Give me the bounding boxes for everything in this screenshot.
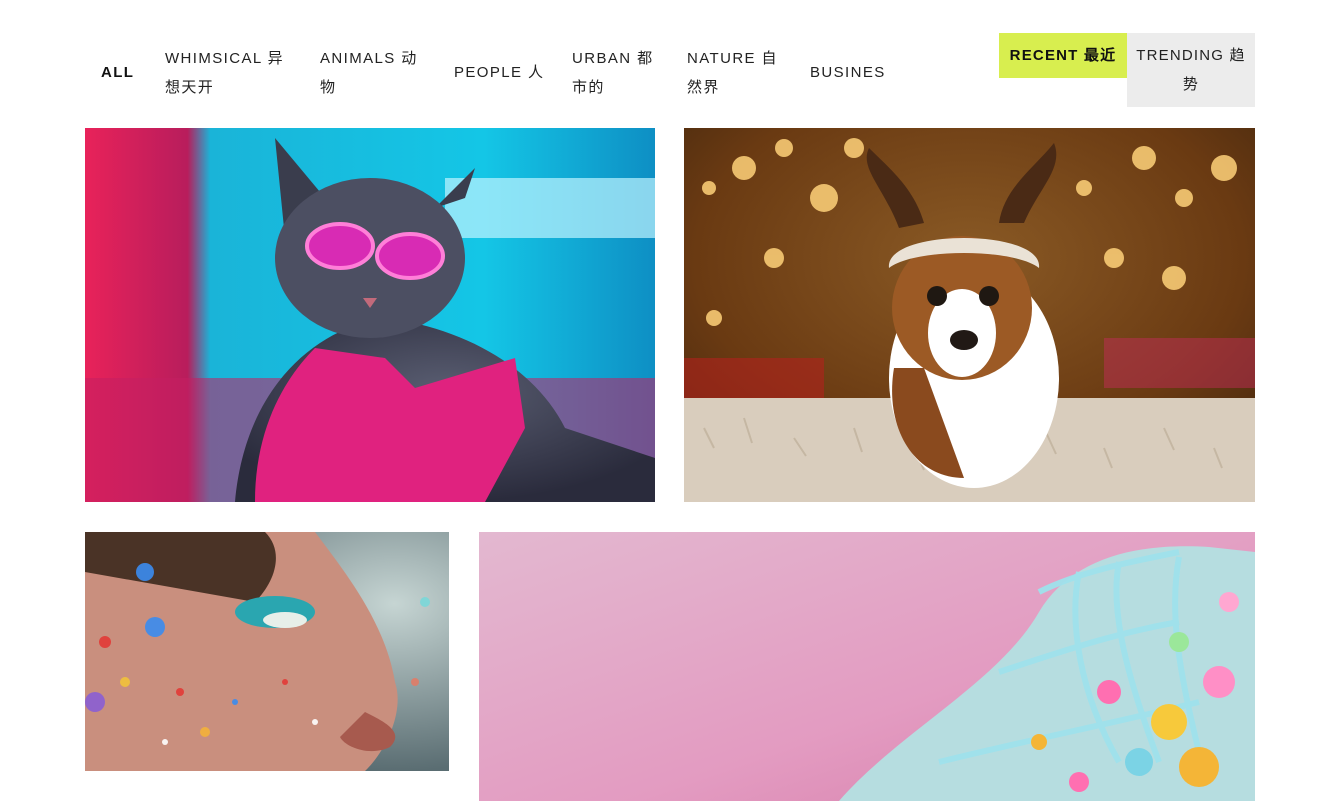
face-image — [85, 532, 449, 771]
gallery-page: ALL WHIMSICAL 异想天开 ANIMALS 动物 PEOPLE 人 U… — [0, 0, 1324, 801]
category-whimsical[interactable]: WHIMSICAL 异想天开 — [165, 44, 293, 102]
category-all[interactable]: ALL — [101, 58, 151, 87]
category-animals[interactable]: ANIMALS 动物 — [320, 44, 428, 102]
category-urban[interactable]: URBAN 都市的 — [572, 44, 662, 102]
shoe-image — [479, 532, 1255, 801]
gallery-image-cat[interactable] — [85, 128, 655, 502]
dog-image — [684, 128, 1255, 502]
sort-recent-button[interactable]: RECENT 最近 — [999, 33, 1127, 78]
sort-trending-button[interactable]: TRENDING 趋势 — [1127, 33, 1255, 107]
cat-image — [85, 128, 655, 502]
gallery-image-shoe[interactable] — [479, 532, 1255, 801]
gallery-image-face[interactable] — [85, 532, 449, 771]
category-nav: ALL WHIMSICAL 异想天开 ANIMALS 动物 PEOPLE 人 U… — [85, 40, 985, 110]
gallery-image-dog[interactable] — [684, 128, 1255, 502]
category-business[interactable]: BUSINESS — [810, 58, 886, 87]
category-people[interactable]: PEOPLE 人 — [454, 58, 554, 87]
category-nature[interactable]: NATURE 自然界 — [687, 44, 783, 102]
